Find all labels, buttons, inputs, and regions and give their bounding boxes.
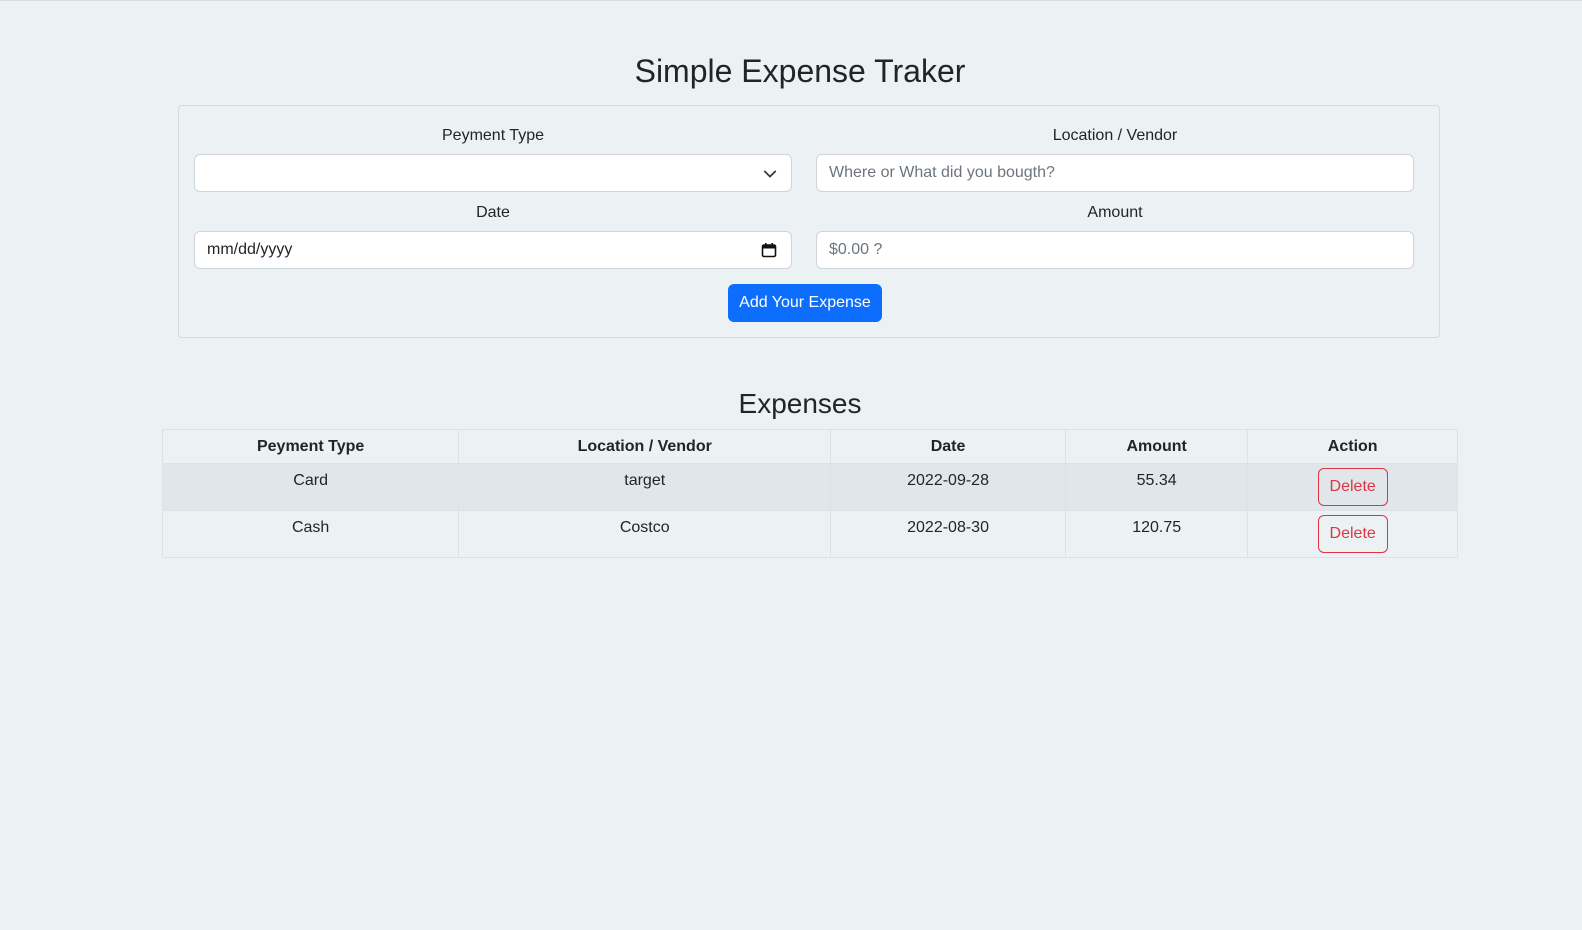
column-header-location: Location / Vendor (458, 429, 832, 464)
cell-amount: 120.75 (1064, 510, 1249, 558)
amount-label: Amount (1087, 204, 1143, 221)
expenses-table: Peyment Type Location / Vendor Date Amou… (161, 429, 1458, 558)
delete-button[interactable]: Delete (1317, 468, 1388, 506)
chevron-down-icon (763, 170, 777, 178)
table-header-row: Peyment Type Location / Vendor Date Amou… (161, 429, 1458, 464)
cell-location: Costco (458, 510, 832, 558)
column-header-amount: Amount (1064, 429, 1249, 464)
location-label: Location / Vendor (1052, 127, 1178, 144)
column-header-action: Action (1247, 429, 1458, 464)
table-row: Card target 2022-09-28 55.34 Delete (161, 463, 1458, 511)
calendar-icon[interactable] (761, 242, 777, 258)
cell-action: Delete (1247, 510, 1458, 558)
cell-payment-type: Card (161, 463, 460, 511)
cell-amount: 55.34 (1064, 463, 1249, 511)
cell-date: 2022-08-30 (830, 510, 1066, 558)
add-expense-button[interactable]: Add Your Expense (728, 284, 882, 322)
cell-payment-type: Cash (161, 510, 460, 558)
date-input[interactable]: mm/dd/yyyy (194, 231, 792, 269)
location-input[interactable] (816, 154, 1414, 192)
expense-form-card: Peyment Type Location / Vendor Date mm/d… (178, 105, 1440, 338)
table-row: Cash Costco 2022-08-30 120.75 Delete (161, 510, 1458, 558)
column-header-payment-type: Peyment Type (161, 429, 460, 464)
column-header-date: Date (830, 429, 1066, 464)
payment-type-select[interactable] (194, 154, 792, 192)
expenses-title: Expenses (738, 388, 862, 419)
date-label: Date (476, 204, 510, 221)
cell-location: target (458, 463, 832, 511)
amount-input[interactable] (816, 231, 1414, 269)
page-title: Simple Expense Traker (634, 53, 966, 89)
payment-type-label: Peyment Type (442, 127, 544, 144)
delete-button[interactable]: Delete (1317, 515, 1388, 553)
date-placeholder: mm/dd/yyyy (207, 241, 293, 258)
cell-action: Delete (1247, 463, 1458, 511)
cell-date: 2022-09-28 (830, 463, 1066, 511)
